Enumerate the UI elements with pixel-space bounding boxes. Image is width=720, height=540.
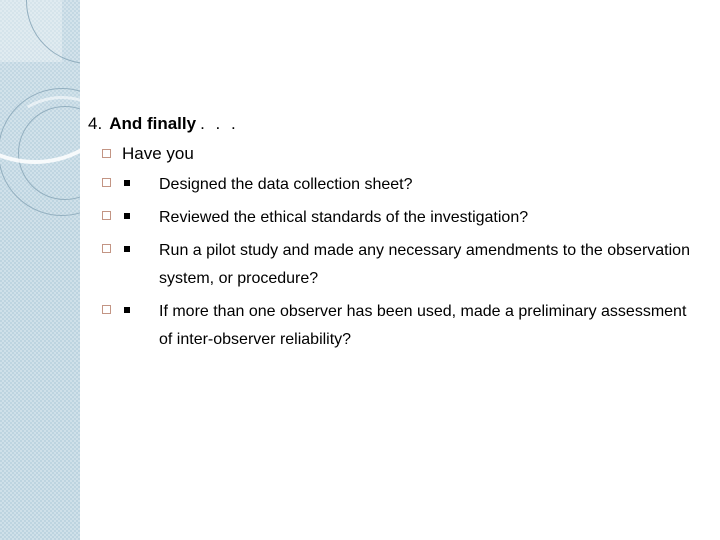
hollow-square-bullet-icon bbox=[102, 211, 111, 220]
filled-square-bullet-icon bbox=[124, 246, 130, 252]
lead-in-bullet-row: Have you bbox=[88, 142, 702, 165]
checklist-row: Reviewed the ethical standards of the in… bbox=[88, 204, 702, 232]
hollow-square-bullet-icon bbox=[102, 305, 111, 314]
checklist-item-text: Designed the data collection sheet? bbox=[159, 176, 413, 193]
heading-ellipsis: . . . bbox=[200, 114, 239, 133]
hollow-square-bullet-icon bbox=[102, 149, 111, 158]
filled-square-bullet-icon bbox=[124, 213, 130, 219]
slide-heading: 4. And finally . . . bbox=[88, 112, 702, 136]
checklist-item-text: Run a pilot study and made any necessary… bbox=[159, 242, 690, 287]
checklist-item-text: If more than one observer has been used,… bbox=[159, 303, 687, 348]
checklist-row: If more than one observer has been used,… bbox=[88, 298, 702, 354]
checklist-row: Designed the data collection sheet? bbox=[88, 171, 702, 199]
slide-content: 4. And finally . . . Have you Designed t… bbox=[88, 112, 702, 359]
filled-square-bullet-icon bbox=[124, 307, 130, 313]
decorative-left-band bbox=[0, 0, 80, 540]
slide-canvas: 4. And finally . . . Have you Designed t… bbox=[0, 0, 720, 540]
filled-square-bullet-icon bbox=[124, 180, 130, 186]
lead-in-text: Have you bbox=[122, 144, 194, 163]
heading-number: 4. bbox=[88, 114, 103, 133]
hollow-square-bullet-icon bbox=[102, 178, 111, 187]
checklist-item-text: Reviewed the ethical standards of the in… bbox=[159, 209, 529, 226]
heading-title: And finally bbox=[109, 114, 197, 133]
checklist-row: Run a pilot study and made any necessary… bbox=[88, 237, 702, 293]
hollow-square-bullet-icon bbox=[102, 244, 111, 253]
